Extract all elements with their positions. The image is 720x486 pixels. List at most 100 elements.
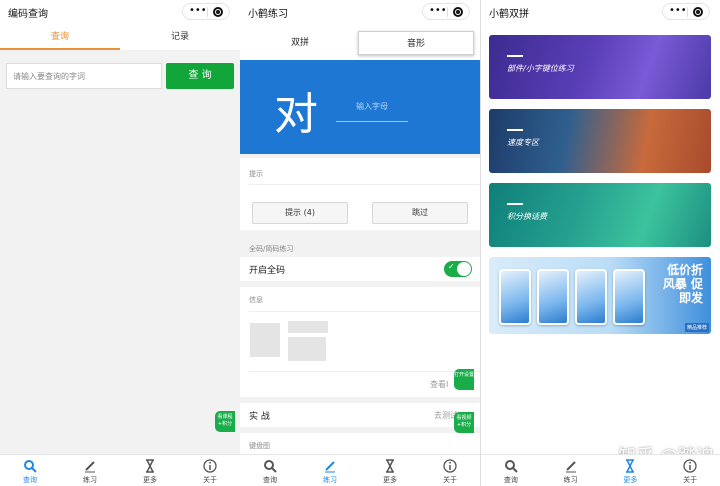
hourglass-icon xyxy=(146,459,154,473)
tab-bar-about[interactable]: 关于 xyxy=(420,455,480,486)
blurred-glyph xyxy=(250,323,280,357)
practice-character: 对 xyxy=(274,89,318,140)
tab-bar-label: 更多 xyxy=(623,476,638,484)
info-link[interactable]: 查看I xyxy=(430,379,448,390)
divider xyxy=(249,311,480,312)
tab-bar-label: 查询 xyxy=(263,476,277,484)
close-icon[interactable] xyxy=(213,7,223,17)
answer-input[interactable]: 输入字母 xyxy=(336,100,408,122)
capsule-divider xyxy=(447,7,448,17)
fullcode-toggle[interactable]: ✓ xyxy=(444,261,472,277)
blurred-text xyxy=(288,321,328,333)
title-bar: 小鹤练习 ••• xyxy=(240,0,480,24)
tab-bar-more[interactable]: 更多 xyxy=(601,455,661,486)
bottom-tabbar: 查询 练习 更多 关于 xyxy=(481,454,720,486)
close-icon[interactable] xyxy=(693,7,703,17)
card-dash xyxy=(507,129,523,131)
more-icon[interactable]: ••• xyxy=(669,5,687,16)
tab-yinxing[interactable]: 音形 xyxy=(358,31,474,55)
section-title: 提示 xyxy=(249,170,263,178)
pen-icon xyxy=(85,461,95,473)
fullcode-row: 开启全码 ✓ xyxy=(240,257,480,281)
tab-bar-practice[interactable]: 练习 xyxy=(60,455,120,486)
tab-bar-more[interactable]: 更多 xyxy=(120,455,180,486)
pen-icon xyxy=(565,461,576,473)
tab-bar-query[interactable]: 查询 xyxy=(481,455,541,486)
more-icon[interactable]: ••• xyxy=(429,5,447,16)
tab-shuangpin[interactable]: 双拼 xyxy=(246,31,354,55)
blurred-text xyxy=(288,337,326,361)
section-title: 键盘图 xyxy=(249,442,270,450)
group-label: 全码/简码练习 xyxy=(249,245,294,253)
card-label: 积分换话费 xyxy=(507,212,547,221)
tab-bar-about[interactable]: 关于 xyxy=(660,455,720,486)
practice-area: 对 输入字母 xyxy=(240,60,480,154)
skip-button[interactable]: 跳过 xyxy=(372,202,468,224)
tab-bar-practice[interactable]: 练习 xyxy=(300,455,360,486)
bottom-tabbar: 查询 练习 更多 关于 xyxy=(240,454,480,486)
search-icon xyxy=(264,460,277,473)
info-section: 信息 查看I 打开设置 xyxy=(240,287,480,397)
card-component-practice[interactable]: 部件/小字键位练习 xyxy=(489,35,711,99)
info-icon xyxy=(203,459,217,473)
page-title: 小鹤练习 xyxy=(248,9,288,20)
tab-bar-label: 练习 xyxy=(563,476,578,484)
phone-image xyxy=(613,269,645,325)
promo-text: 低价折风暴 促即发 xyxy=(662,263,703,305)
pen-icon xyxy=(325,461,335,473)
capsule-divider xyxy=(207,7,208,17)
more-icon[interactable]: ••• xyxy=(189,5,207,16)
card-speed-zone[interactable]: 速度专区 xyxy=(489,109,711,173)
tab-bar-query[interactable]: 查询 xyxy=(240,455,300,486)
combat-label: 实 战 xyxy=(249,412,270,422)
mini-program-capsule[interactable]: ••• xyxy=(422,3,470,20)
hourglass-icon xyxy=(386,459,394,473)
divider xyxy=(249,371,480,372)
fullcode-label: 开启全码 xyxy=(249,266,286,276)
hint-section: 提示 提示 (4) 跳过 xyxy=(240,158,480,230)
tab-bar-query[interactable]: 查询 xyxy=(0,455,60,486)
card-dash xyxy=(507,55,523,57)
mode-segmented-control: 双拼 音形 xyxy=(240,24,480,60)
page-title: 小鹤双拼 xyxy=(489,9,529,20)
search-button[interactable]: 查 询 xyxy=(166,63,234,89)
mini-program-capsule[interactable]: ••• xyxy=(662,3,710,20)
title-bar: 小鹤双拼 ••• xyxy=(481,0,720,24)
mini-program-capsule[interactable]: ••• xyxy=(182,3,230,20)
query-panel: 编码查询 ••• 查询 记录 请输入要查询的字词 查 询 看课程+积分 查询 练… xyxy=(0,0,240,486)
phone-image xyxy=(537,269,569,325)
tab-bar-label: 练习 xyxy=(323,476,337,484)
query-tabs: 查询 记录 xyxy=(0,24,240,50)
practice-panel: 小鹤练习 ••• 双拼 音形 对 输入字母 提示 提示 (4) 跳过 全码/简码… xyxy=(240,0,480,486)
combat-row[interactable]: 实 战 去测试 看视频+积分 xyxy=(240,403,480,433)
tab-bar-label: 更多 xyxy=(383,476,397,484)
page-title: 编码查询 xyxy=(8,9,48,20)
title-bar: 编码查询 ••• xyxy=(0,0,240,24)
tab-bar-label: 关于 xyxy=(443,476,457,484)
tab-history[interactable]: 记录 xyxy=(120,24,240,50)
tab-query[interactable]: 查询 xyxy=(0,24,120,50)
promo-banner[interactable]: 低价折风暴 促即发 精品推荐 xyxy=(489,257,711,334)
hourglass-icon xyxy=(626,459,635,473)
open-settings-badge[interactable]: 打开设置 xyxy=(454,369,474,390)
tab-bar-about[interactable]: 关于 xyxy=(180,455,240,486)
tab-bar-label: 查询 xyxy=(503,476,518,484)
close-icon[interactable] xyxy=(453,7,463,17)
phone-image xyxy=(499,269,531,325)
hint-button[interactable]: 提示 (4) xyxy=(252,202,348,224)
more-panel: 小鹤双拼 ••• 部件/小字键位练习 速度专区 积分换话费 低价折风暴 促即发 … xyxy=(481,0,720,486)
tab-bar-more[interactable]: 更多 xyxy=(360,455,420,486)
bonus-badge[interactable]: 看课程+积分 xyxy=(215,411,235,432)
info-icon xyxy=(443,459,457,473)
tab-bar-label: 关于 xyxy=(203,476,217,484)
card-points-exchange[interactable]: 积分换话费 xyxy=(489,183,711,247)
info-icon xyxy=(683,459,697,473)
search-icon xyxy=(24,460,37,473)
search-input[interactable]: 请输入要查询的字词 xyxy=(6,63,162,89)
tab-bar-practice[interactable]: 练习 xyxy=(541,455,601,486)
divider xyxy=(249,184,480,185)
tab-bar-label: 关于 xyxy=(683,476,698,484)
section-title: 信息 xyxy=(249,296,263,304)
bonus-badge[interactable]: 看视频+积分 xyxy=(454,412,474,433)
card-label: 部件/小字键位练习 xyxy=(507,64,574,73)
